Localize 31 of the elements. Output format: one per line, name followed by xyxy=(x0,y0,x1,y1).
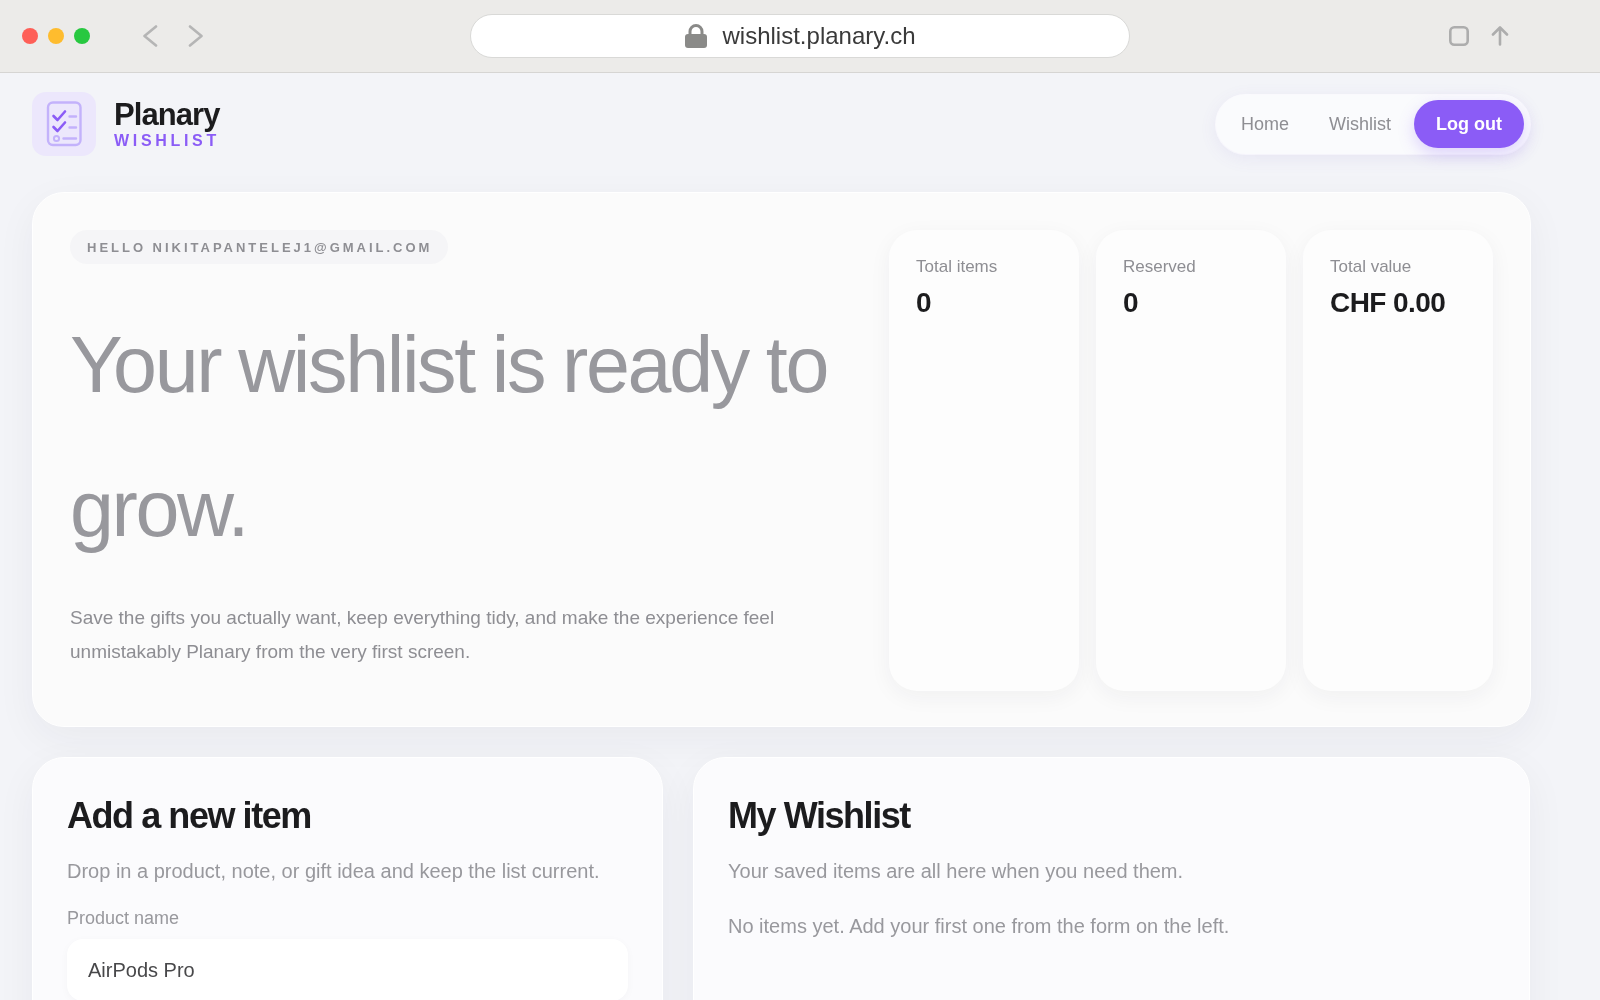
rounded-square-icon[interactable] xyxy=(1449,26,1469,46)
close-window-icon[interactable] xyxy=(22,28,38,44)
maximize-window-icon[interactable] xyxy=(74,28,90,44)
field-label: Product name xyxy=(67,907,180,930)
headline: Your wishlist is ready to grow. xyxy=(70,319,828,555)
stat-label: Reserved xyxy=(1123,256,1196,278)
nav-link[interactable]: Wishlist xyxy=(1310,100,1410,148)
stat-value: 0 xyxy=(1123,286,1138,320)
lock-icon xyxy=(684,24,707,48)
stat-value: 0 xyxy=(916,286,931,320)
brand-tagline: WISHLIST xyxy=(114,131,220,150)
greeting-pill: HELLO NIKITAPANTELEJ1@GMAIL.COM xyxy=(70,230,449,264)
panel-subtitle: Your saved items are all here when you need them. xyxy=(728,859,1184,884)
hero-description: Save the gifts you actually want, keep everything tidy, and make the experience feel unmistakably Planary from the very first screen. xyxy=(70,606,776,664)
checklist-logo-icon xyxy=(32,92,96,156)
panel-title: Add a new item xyxy=(67,794,311,837)
minimize-window-icon[interactable] xyxy=(48,28,64,44)
empty-message: No items yet. Add your first one from the form on the left. xyxy=(728,914,1230,939)
panel-title: My Wishlist xyxy=(728,794,910,837)
stat-label: Total value xyxy=(1330,256,1412,278)
stat-value: CHF 0.00 xyxy=(1330,286,1446,320)
input-field[interactable]: AirPods Pro xyxy=(67,939,628,1000)
address-bar[interactable]: wishlist.planary.ch xyxy=(470,14,1130,58)
logout-button[interactable]: Log out xyxy=(1414,100,1524,148)
chevron-left-icon[interactable] xyxy=(142,25,158,47)
chevron-right-icon[interactable] xyxy=(188,25,204,47)
arrow-up-icon[interactable] xyxy=(1491,26,1509,46)
brand-name: Planary xyxy=(114,98,220,131)
stat-label: Total items xyxy=(916,256,998,278)
nav-link[interactable]: Home xyxy=(1222,100,1308,148)
panel-subtitle: Drop in a product, note, or gift idea and keep the list current. xyxy=(67,859,600,884)
